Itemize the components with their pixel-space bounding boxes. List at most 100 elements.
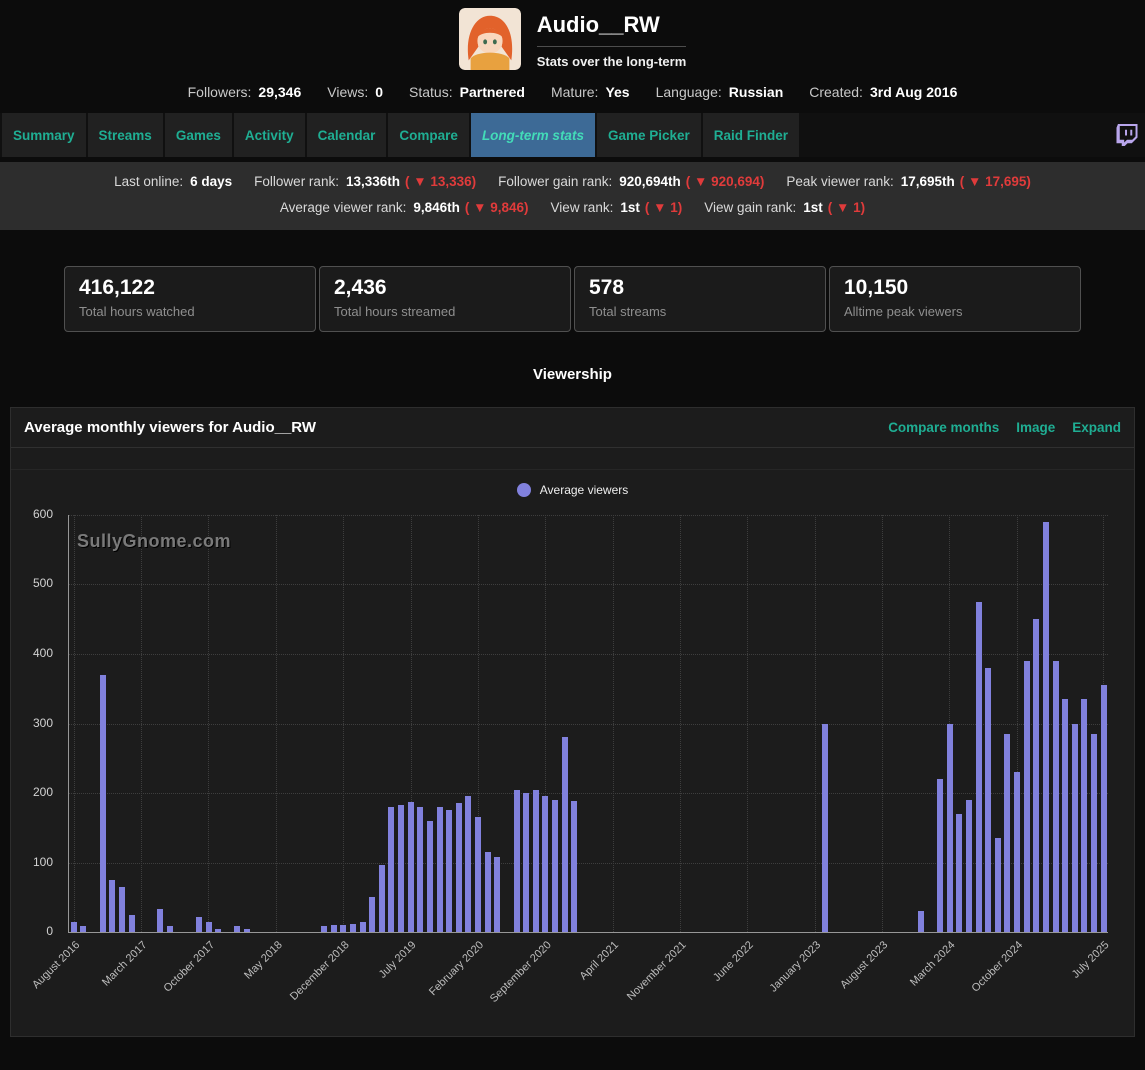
bar[interactable]: [946, 723, 953, 932]
bar[interactable]: [369, 897, 376, 932]
compare-months-link[interactable]: Compare months: [888, 420, 999, 435]
bar[interactable]: [1014, 772, 1021, 932]
bar[interactable]: [99, 674, 106, 932]
rank-row-1: Last online: 6 days Follower rank: 13,336th…: [0, 169, 1145, 195]
tab-activity[interactable]: Activity: [233, 113, 305, 157]
bar[interactable]: [128, 914, 135, 932]
info-value: Russian: [728, 84, 784, 100]
bar[interactable]: [1091, 733, 1098, 932]
bar[interactable]: [484, 852, 491, 932]
bar-slot: [204, 515, 214, 932]
bar[interactable]: [975, 601, 982, 932]
bar[interactable]: [436, 806, 443, 932]
bar[interactable]: [1062, 699, 1069, 932]
bar-slot: [165, 515, 175, 932]
bar[interactable]: [205, 921, 212, 932]
bar[interactable]: [475, 817, 482, 932]
tab-long-term-stats[interactable]: Long-term stats: [470, 113, 595, 157]
bar-slot: [242, 515, 252, 932]
bar[interactable]: [571, 801, 578, 932]
x-tick-label: October 2017: [161, 939, 217, 995]
rank-item-follower-gain-rank: Follower gain rank: 920,694th ( ▼ 920,694): [498, 174, 764, 189]
bar-slot: [1032, 515, 1042, 932]
bar[interactable]: [965, 799, 972, 932]
rank-label: View rank:: [550, 200, 614, 215]
bar[interactable]: [956, 813, 963, 932]
bar[interactable]: [407, 802, 414, 932]
bar[interactable]: [330, 925, 337, 932]
rank-value: 13,336th: [345, 174, 400, 189]
bar-slot: [570, 515, 580, 932]
info-label: Mature:: [550, 84, 599, 100]
bar-slot: [887, 515, 897, 932]
bar[interactable]: [1100, 685, 1107, 932]
bar[interactable]: [378, 864, 385, 932]
rank-item-view-gain-rank: View gain rank: 1st ( ▼ 1): [704, 200, 865, 215]
bar[interactable]: [388, 806, 395, 932]
bar[interactable]: [1081, 699, 1088, 932]
tab-streams[interactable]: Streams: [87, 113, 163, 157]
x-tick-label: February 2020: [427, 939, 487, 999]
tab-games[interactable]: Games: [164, 113, 232, 157]
bar[interactable]: [513, 789, 520, 932]
bar[interactable]: [349, 923, 356, 932]
image-link[interactable]: Image: [1016, 420, 1055, 435]
bar[interactable]: [1042, 521, 1049, 932]
bar[interactable]: [1004, 733, 1011, 932]
bar[interactable]: [985, 667, 992, 932]
rank-row-2: Average viewer rank: 9,846th ( ▼ 9,846) Vie…: [0, 195, 1145, 221]
rank-label: Peak viewer rank:: [786, 174, 894, 189]
bar[interactable]: [446, 810, 453, 932]
chart-legend[interactable]: Average viewers: [11, 470, 1134, 501]
bar[interactable]: [523, 793, 530, 932]
bar[interactable]: [494, 856, 501, 932]
bar-slot: [156, 515, 166, 932]
bar[interactable]: [542, 796, 549, 932]
bar[interactable]: [1052, 660, 1059, 932]
bar[interactable]: [426, 820, 433, 932]
bar[interactable]: [1071, 723, 1078, 932]
bar[interactable]: [70, 921, 77, 932]
bar[interactable]: [359, 921, 366, 932]
bar[interactable]: [1023, 660, 1030, 932]
tab-calendar[interactable]: Calendar: [306, 113, 387, 157]
tab-raid-finder[interactable]: Raid Finder: [702, 113, 800, 157]
bar[interactable]: [118, 886, 125, 932]
bar-slot: [666, 515, 676, 932]
expand-link[interactable]: Expand: [1072, 420, 1121, 435]
info-label: Created:: [809, 84, 863, 100]
bar[interactable]: [157, 909, 164, 932]
bar[interactable]: [1033, 619, 1040, 932]
stat-card-value: 416,122: [79, 276, 155, 299]
bar[interactable]: [109, 879, 116, 932]
bar[interactable]: [340, 925, 347, 932]
x-tick-label: July 2019: [377, 939, 420, 981]
bar[interactable]: [195, 916, 202, 932]
bar-slot: [945, 515, 955, 932]
bar-slot: [579, 515, 589, 932]
rank-delta: ( ▼ 1): [827, 200, 866, 215]
bar-slot: [358, 515, 368, 932]
bar[interactable]: [532, 789, 539, 932]
bar[interactable]: [398, 804, 405, 932]
avatar-image: [458, 8, 521, 70]
bar[interactable]: [917, 911, 924, 932]
twitch-icon[interactable]: [1116, 124, 1138, 146]
bar[interactable]: [937, 779, 944, 932]
bar[interactable]: [417, 806, 424, 932]
bar-slot: [791, 515, 801, 932]
chart-links: Compare months Image Expand: [888, 420, 1121, 435]
bar[interactable]: [455, 803, 462, 932]
bar-slot: [541, 515, 551, 932]
bar[interactable]: [994, 838, 1001, 932]
bar[interactable]: [821, 723, 828, 932]
bar[interactable]: [465, 796, 472, 932]
rank-value: 9,846th: [413, 200, 460, 215]
rank-delta: ( ▼ 13,336): [405, 174, 477, 189]
tab-compare[interactable]: Compare: [388, 113, 469, 157]
bar[interactable]: [552, 799, 559, 932]
rank-item-average-viewer-rank: Average viewer rank: 9,846th ( ▼ 9,846): [280, 200, 529, 215]
tab-game-picker[interactable]: Game Picker: [596, 113, 701, 157]
bar[interactable]: [561, 737, 568, 932]
tab-summary[interactable]: Summary: [2, 113, 86, 157]
